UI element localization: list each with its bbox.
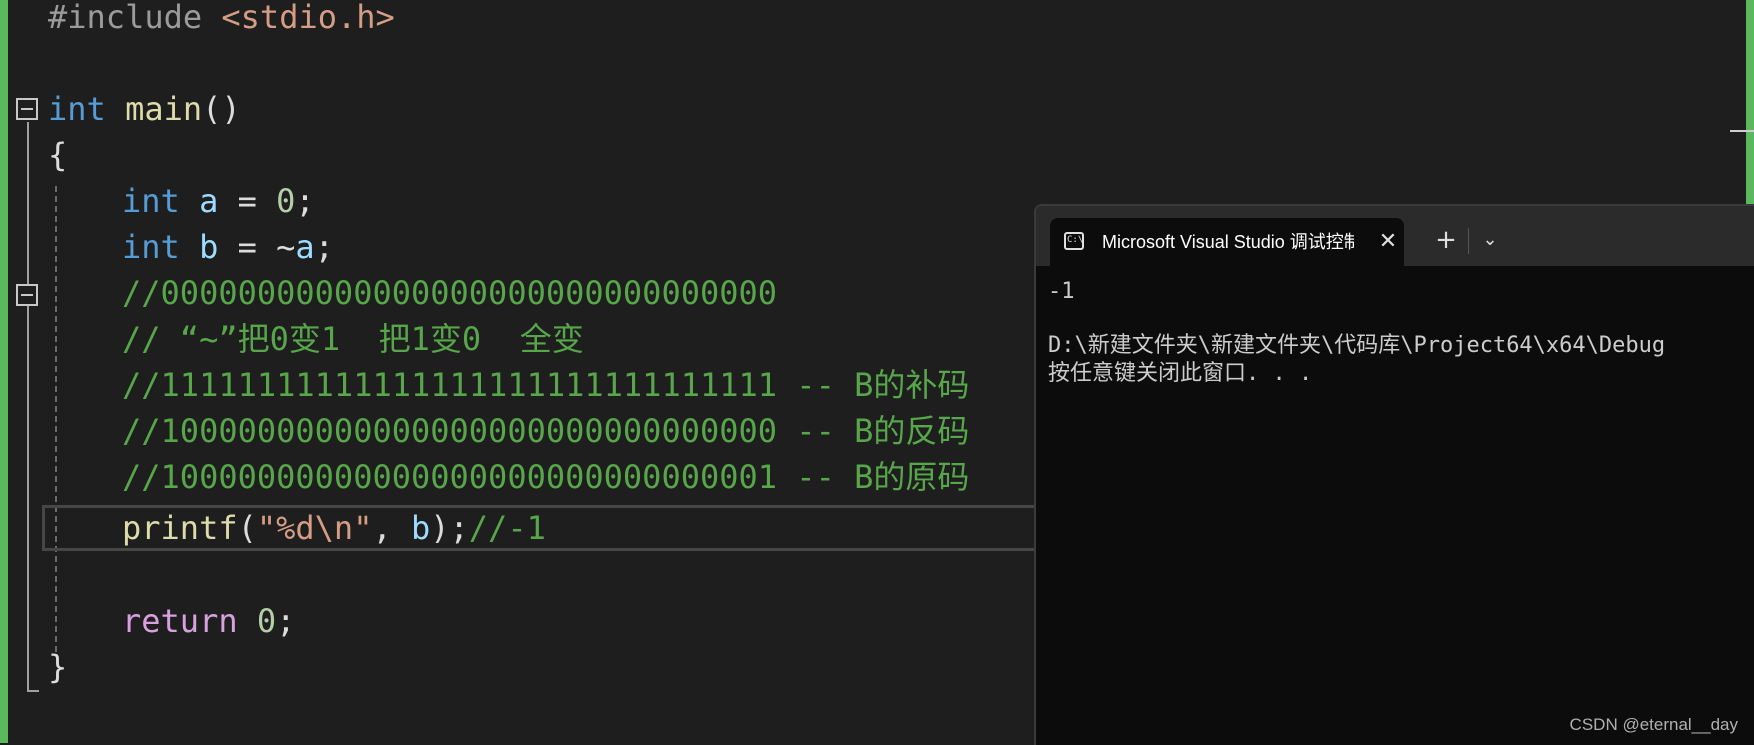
format-string: "%d\n": [256, 509, 373, 547]
terminal-tab-title: Microsoft Visual Studio 调试控制台: [1102, 232, 1354, 252]
open-brace: {: [48, 136, 68, 174]
scrollbar-change-bar[interactable]: [1746, 0, 1754, 205]
semicolon: ;: [276, 602, 296, 640]
close-brace: }: [48, 648, 68, 686]
indent-guide: [55, 186, 57, 652]
fold-guide-line: [27, 122, 29, 692]
fold-toggle-comment[interactable]: [16, 284, 38, 306]
keyword-return: return: [122, 602, 238, 640]
number-literal: 0: [256, 602, 277, 640]
number-literal: 0: [276, 182, 296, 220]
parens: (): [202, 90, 241, 128]
console-icon: [1064, 232, 1084, 250]
keyword-int: int: [122, 228, 180, 266]
terminal-output-line-1: -1: [1048, 279, 1075, 304]
watermark: CSDN @eternal__day: [1569, 715, 1738, 734]
code-line-printf[interactable]: printf("%d\n", b);//-1: [122, 505, 546, 551]
terminal-output-line-2: D:\新建文件夹\新建文件夹\代码库\Project64\x64\Debug: [1048, 333, 1666, 358]
comment-line-3[interactable]: //11111111111111111111111111111111 -- B的…: [122, 362, 969, 408]
terminal-tab[interactable]: Microsoft Visual Studio 调试控制台 ✕: [1050, 218, 1404, 266]
comment-line-5[interactable]: //10000000000000000000000000000001 -- B的…: [122, 454, 969, 500]
comment-line-4[interactable]: //10000000000000000000000000000000 -- B的…: [122, 408, 969, 454]
function-name-printf: printf: [122, 509, 238, 547]
code-line-main[interactable]: int main(): [48, 86, 241, 132]
chevron-down-icon[interactable]: ⌄: [1472, 222, 1508, 258]
semicolon: ;: [314, 228, 334, 266]
assign-op: =: [218, 182, 277, 220]
close-paren-semicolon: );: [430, 509, 469, 547]
comma: ,: [372, 509, 411, 547]
debug-console-window[interactable]: Microsoft Visual Studio 调试控制台 ✕ + ⌄ -1 D…: [1034, 204, 1754, 745]
inline-comment: //-1: [468, 509, 546, 547]
variable-b: b: [199, 228, 219, 266]
code-line-int-b[interactable]: int b = ~a;: [122, 224, 334, 270]
scrollbar-position-mark: [1730, 130, 1754, 132]
new-tab-button[interactable]: +: [1428, 222, 1464, 258]
code-line-open-brace[interactable]: {: [48, 132, 67, 178]
keyword-int: int: [48, 90, 106, 128]
open-paren: (: [237, 509, 257, 547]
terminal-tab-bar: Microsoft Visual Studio 调试控制台 ✕ + ⌄: [1036, 206, 1754, 266]
terminal-output-line-3: 按任意键关闭此窗口. . .: [1048, 361, 1313, 386]
variable-b: b: [410, 509, 431, 547]
fold-guide-end: [27, 690, 39, 692]
tab-separator: [1468, 228, 1469, 254]
code-line-int-a[interactable]: int a = 0;: [122, 178, 315, 224]
variable-a: a: [295, 228, 315, 266]
assign-tilde-op: = ~: [218, 228, 296, 266]
semicolon: ;: [295, 182, 315, 220]
fold-toggle-main[interactable]: [16, 98, 38, 120]
change-indicator-bar: [0, 0, 8, 743]
code-line-close-brace[interactable]: }: [48, 644, 67, 690]
preprocessor-directive: #include: [48, 0, 203, 36]
comment-line-1[interactable]: //00000000000000000000000000000000: [122, 270, 777, 316]
comment-line-2[interactable]: // “~”把0变1 把1变0 全变: [122, 316, 584, 362]
close-icon[interactable]: ✕: [1374, 228, 1402, 256]
code-line-1[interactable]: #include <stdio.h>: [48, 0, 395, 40]
include-header: <stdio.h>: [221, 0, 395, 36]
code-line-return[interactable]: return 0;: [122, 598, 295, 644]
keyword-int: int: [122, 182, 180, 220]
function-name-main: main: [125, 90, 203, 128]
variable-a: a: [199, 182, 219, 220]
